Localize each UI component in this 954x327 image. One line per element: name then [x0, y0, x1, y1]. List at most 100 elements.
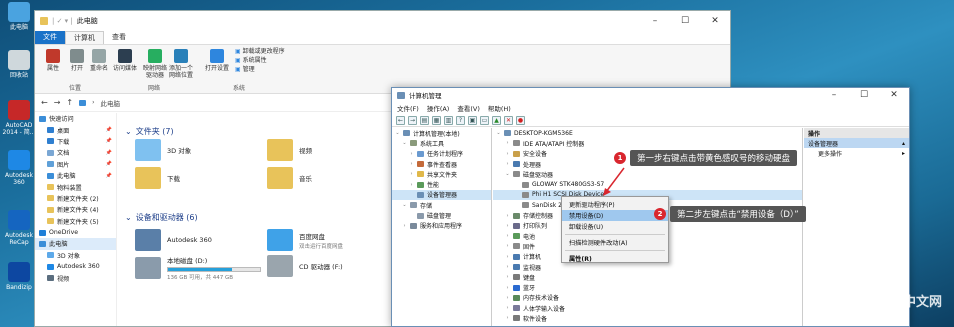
tree-item[interactable]: › 蓝牙 [493, 282, 802, 292]
tree-item[interactable]: › 性能 [392, 179, 491, 189]
close-button[interactable]: ✕ [879, 88, 909, 102]
tree-item[interactable]: GLOWAY STK480GS3-S7 [493, 179, 802, 189]
ribbon-button[interactable]: 打开设置 [205, 49, 229, 72]
nav-item[interactable]: 3D 对象 [35, 250, 116, 261]
update-driver-icon[interactable]: ▲ [492, 115, 501, 125]
tree-item[interactable]: 设备管理器 [392, 189, 491, 201]
show-hide-tree-icon[interactable]: ▦ [432, 115, 441, 125]
tree-item[interactable]: ⌄ DESKTOP-KGM536E [493, 128, 802, 138]
chevron-right-icon[interactable]: › [505, 285, 510, 291]
chevron-down-icon[interactable]: ⌄ [402, 202, 407, 208]
tree-item[interactable]: › 内存技术设备 [493, 293, 802, 303]
tree-item[interactable]: › 软件设备 [493, 313, 802, 323]
chevron-right-icon[interactable]: › [505, 151, 510, 157]
nav-item[interactable]: 此电脑 📌 [35, 170, 116, 181]
menu-item[interactable]: 帮助(H) [488, 103, 511, 113]
minimize-button[interactable]: – [640, 11, 670, 31]
chevron-right-icon[interactable]: › [409, 182, 414, 188]
nav-item[interactable]: 物料装置 [35, 181, 116, 192]
chevron-right-icon[interactable]: › [505, 254, 510, 260]
context-menu-item[interactable]: 扫描检测硬件改动(A) [562, 237, 668, 248]
drive-tile[interactable]: 本地磁盘 (D:) 136 GB 可用，共 447 GB [135, 255, 261, 281]
chevron-right-icon[interactable]: › [402, 223, 407, 229]
chevron-right-icon[interactable]: › [409, 151, 414, 157]
folder-tile[interactable]: 3D 对象 [135, 139, 191, 161]
chevron-right-icon[interactable]: › [505, 295, 510, 301]
system-properties-link[interactable]: ▣ 系统属性 [235, 56, 285, 65]
nav-item[interactable]: 快速访问 [35, 113, 116, 124]
menu-item[interactable]: 操作(A) [427, 103, 450, 113]
breadcrumb[interactable]: 此电脑 [101, 98, 121, 108]
tree-item[interactable]: ⌄ 存储 [392, 200, 491, 210]
back-icon[interactable]: ← [396, 115, 405, 125]
tree-item[interactable]: 磁盘管理 [392, 210, 491, 220]
desktop-shortcut[interactable]: 回收站 [2, 50, 36, 79]
back-icon[interactable]: ← [41, 98, 48, 107]
disable-device-icon[interactable]: ● [516, 115, 525, 125]
chevron-down-icon[interactable]: ⌄ [395, 130, 400, 136]
nav-item[interactable]: 新建文件夹 (2) [35, 193, 116, 204]
chevron-right-icon[interactable]: › [505, 213, 510, 219]
tree-item[interactable]: › 任务计划程序 [392, 149, 491, 159]
tree-item[interactable]: › 键盘 [493, 272, 802, 282]
manage-link[interactable]: ▣ 管理 [235, 65, 285, 74]
quick-access-toolbar[interactable]: | ✓ ▾ | [52, 17, 73, 25]
nav-item[interactable]: 新建文件夹 (5) [35, 216, 116, 227]
chevron-right-icon[interactable]: › [409, 171, 414, 177]
ribbon-button[interactable]: 添加一个网络位置 [169, 49, 193, 79]
desktop-shortcut[interactable]: Autodesk 360 [2, 150, 36, 186]
tree-item[interactable]: ⌄ 磁盘驱动器 [493, 169, 802, 179]
folder-tile[interactable]: 视频 [267, 139, 312, 161]
up-folder-icon[interactable]: ▤ [420, 115, 429, 125]
maximize-button[interactable]: ☐ [670, 11, 700, 31]
drive-tile[interactable]: Autodesk 360 [135, 229, 212, 251]
chevron-right-icon[interactable]: › [409, 161, 414, 167]
chevron-down-icon[interactable]: ⌄ [402, 140, 407, 146]
chevron-right-icon[interactable]: › [505, 233, 510, 239]
desktop-shortcut[interactable]: Autodesk ReCap [2, 210, 36, 246]
chevron-right-icon[interactable]: › [505, 140, 510, 146]
help-icon[interactable]: ? [456, 115, 465, 125]
ribbon-button[interactable]: 访问媒体 [113, 49, 137, 72]
tree-item[interactable]: › 服务和应用程序 [392, 221, 491, 231]
nav-item[interactable]: 此电脑 [35, 238, 116, 250]
list-icon[interactable]: ▥ [444, 115, 453, 125]
properties-icon[interactable]: ▣ [468, 115, 477, 125]
context-menu-item[interactable]: 卸载设备(U) [562, 221, 668, 232]
nav-item[interactable]: 图片 📌 [35, 159, 116, 170]
drive-tile[interactable]: CD 驱动器 (F:) [267, 255, 343, 277]
ribbon-button[interactable]: 属性 [41, 49, 65, 72]
context-menu-item[interactable]: 禁用设备(D) [562, 210, 668, 221]
maximize-button[interactable]: ☐ [849, 88, 879, 102]
drive-tile[interactable]: 百度网盘 双击运行百度网盘 [267, 229, 343, 251]
ribbon-button[interactable]: 重命名 [87, 49, 111, 72]
actions-device-manager[interactable]: 设备管理器 ▴ [804, 138, 909, 148]
chevron-right-icon[interactable]: › [505, 161, 510, 167]
desktop-shortcut[interactable]: AutoCAD 2014 - 简... [2, 100, 36, 136]
uninstall-link[interactable]: ▣ 卸载或更改程序 [235, 47, 285, 56]
menu-item[interactable]: 文件(F) [397, 103, 419, 113]
close-button[interactable]: ✕ [700, 11, 730, 31]
forward-icon[interactable]: → [54, 98, 61, 107]
forward-icon[interactable]: → [408, 115, 417, 125]
tree-item[interactable]: ⌄ 系统工具 [392, 138, 491, 148]
nav-item[interactable]: 桌面 📌 [35, 124, 116, 135]
ribbon-button[interactable]: 打开 [65, 49, 89, 72]
nav-item[interactable]: 新建文件夹 (4) [35, 204, 116, 215]
nav-item[interactable]: 下载 📌 [35, 136, 116, 147]
chevron-right-icon[interactable]: › [505, 305, 510, 311]
tab-view[interactable]: 查看 [104, 31, 134, 44]
desktop-shortcut[interactable]: 此电脑 [2, 2, 36, 31]
folder-tile[interactable]: 音乐 [267, 167, 312, 189]
more-actions[interactable]: 更多操作 ▸ [804, 148, 909, 158]
drives-section-header[interactable]: ⌄ 设备和驱动器 (6) [125, 211, 198, 223]
chevron-right-icon[interactable]: › [505, 315, 510, 321]
menu-item[interactable]: 查看(V) [457, 103, 480, 113]
nav-item[interactable]: 文档 📌 [35, 147, 116, 158]
context-menu-item[interactable]: 属性(R) [562, 253, 668, 264]
chevron-down-icon[interactable]: ⌄ [496, 130, 501, 136]
context-menu-item[interactable]: 更新驱动程序(P) [562, 199, 668, 210]
minimize-button[interactable]: – [819, 88, 849, 102]
desktop-shortcut[interactable]: Bandizip [2, 262, 36, 291]
tree-item[interactable]: ⌄ 计算机管理(本地) [392, 128, 491, 138]
